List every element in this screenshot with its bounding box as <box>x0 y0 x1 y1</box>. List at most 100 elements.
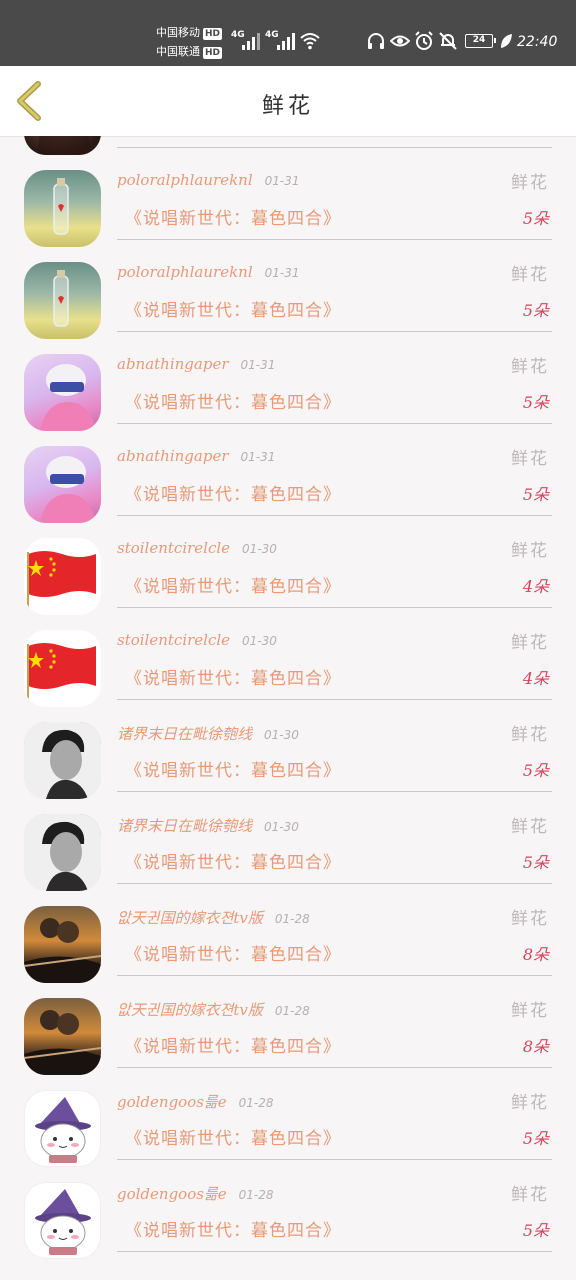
show-title: 《说唱新世代：暮色四合》 <box>125 1037 341 1057</box>
avatar-boy[interactable] <box>24 722 101 799</box>
gift-count: 5朵 <box>522 1221 549 1240</box>
gift-date: 01-28 <box>274 912 310 926</box>
avatar-girl[interactable] <box>24 136 101 155</box>
row-divider <box>117 699 552 700</box>
row-divider <box>117 331 552 332</box>
show-title: 《说唱新世代：暮色四合》 <box>125 761 341 781</box>
avatar-cartoon[interactable] <box>24 1182 101 1259</box>
user-name-label: goldengoos륾e <box>117 1185 227 1203</box>
user-name: abnathingaper 01-31 <box>117 355 275 373</box>
gift-date: 01-31 <box>264 266 300 280</box>
show-title: 《说唱新世代：暮色四合》 <box>125 485 341 505</box>
leaf-icon <box>501 34 512 48</box>
list-item[interactable]: abnathingaper 01-31 鲜花 《说唱新世代：暮色四合》 5朵 <box>0 432 576 524</box>
show-title: 《说唱新世代：暮色四合》 <box>125 853 341 873</box>
avatar-flag[interactable] <box>24 630 101 707</box>
user-name: abnathingaper 01-31 <box>117 447 275 465</box>
status-bar: 中国移动 HD 中国联通 HD 4G 4G 24 22:40 <box>0 0 576 66</box>
avatar-pink[interactable] <box>24 446 101 523</box>
user-name-label: goldengoos륾e <box>117 1093 227 1111</box>
user-name: 앖天귄国的嫁衣젼tv版 01-28 <box>117 999 310 1020</box>
avatar-bottle[interactable] <box>24 170 101 247</box>
carrier-2-label: 中国联通 <box>156 45 200 58</box>
gift-type: 鲜花 <box>511 357 549 377</box>
gift-count: 5朵 <box>522 761 549 780</box>
row-divider <box>117 1159 552 1160</box>
row-divider <box>117 975 552 976</box>
user-name: poloralphlaureknl 01-31 <box>117 263 300 281</box>
row-divider <box>117 423 552 424</box>
user-name-label: poloralphlaureknl <box>117 171 253 189</box>
list-item[interactable]: stoilentcirelcle 01-30 鲜花 《说唱新世代：暮色四合》 4朵 <box>0 616 576 708</box>
row-divider <box>117 147 552 148</box>
avatar-flag[interactable] <box>24 538 101 615</box>
user-name: 诸界末日在毗徐匏线 01-30 <box>117 723 299 744</box>
list-item[interactable]: stoilentcirelcle 01-30 鲜花 《说唱新世代：暮色四合》 4朵 <box>0 524 576 616</box>
portrait-photo <box>38 136 90 155</box>
gift-date: 01-31 <box>240 358 276 372</box>
list-item[interactable]: poloralphlaureknl 01-31 鲜花 《说唱新世代：暮色四合》 5… <box>0 156 576 248</box>
gift-type: 鲜花 <box>511 725 549 745</box>
user-name-label: 앖天귄国的嫁衣젼tv版 <box>117 1001 263 1019</box>
list-item[interactable]: goldengoos륾e 01-28 鲜花 《说唱新世代：暮色四合》 5朵 <box>0 1076 576 1168</box>
user-name: poloralphlaureknl 01-31 <box>117 171 300 189</box>
list-item[interactable]: 앖天귄国的嫁衣젼tv版 01-28 鲜花 《说唱新世代：暮色四合》 8朵 <box>0 984 576 1076</box>
user-name-label: abnathingaper <box>117 355 229 373</box>
user-name: goldengoos륾e 01-28 <box>117 1183 273 1204</box>
avatar-pink[interactable] <box>24 354 101 431</box>
pink-portrait-photo <box>40 456 96 523</box>
eye-icon <box>390 35 410 47</box>
row-divider <box>117 1251 552 1252</box>
pink-portrait-photo <box>40 364 96 431</box>
user-name-label: 诸界末日在毗徐匏线 <box>117 817 253 835</box>
gift-type: 鲜花 <box>511 909 549 929</box>
gift-count: 8朵 <box>522 945 549 964</box>
list-item[interactable]: 诸界末日在毗徐匏线 01-30 鲜花 《说唱新世代：暮色四合》 5朵 <box>0 708 576 800</box>
gift-type: 鲜花 <box>511 449 549 469</box>
gift-type: 鲜花 <box>511 1001 549 1021</box>
list-item[interactable]: goldengoos륾e 01-28 鲜花 《说唱新世代：暮色四合》 5朵 <box>0 1168 576 1260</box>
row-divider <box>117 515 552 516</box>
bottle-photo <box>53 270 69 327</box>
alarm-icon <box>415 31 433 50</box>
gift-date: 01-30 <box>242 634 277 648</box>
gift-count: 4朵 <box>522 669 549 688</box>
list-item[interactable]: 앖天귄国的嫁衣젼tv版 01-28 鲜花 《说唱新世代：暮色四合》 8朵 <box>0 892 576 984</box>
gift-count: 10朵 <box>513 136 549 137</box>
portrait-photo <box>24 722 101 799</box>
gift-type: 鲜花 <box>511 817 549 837</box>
gift-date: 01-31 <box>264 174 300 188</box>
gift-count: 4朵 <box>522 577 549 596</box>
user-name-label: stoilentcirelcle <box>117 539 231 557</box>
avatar-boy[interactable] <box>24 814 101 891</box>
avatar-cartoon[interactable] <box>24 1090 101 1167</box>
headphones-icon <box>368 33 384 49</box>
list-item[interactable]: abnathingaper 01-31 鲜花 《说唱新世代：暮色四合》 5朵 <box>0 340 576 432</box>
carrier-1: 中国移动 HD <box>156 26 223 40</box>
gift-count: 8朵 <box>522 1037 549 1056</box>
page-title: 鲜花 <box>261 94 314 119</box>
hd-badge-1: HD <box>203 28 223 40</box>
battery-level: 24 <box>472 35 486 45</box>
carrier-2: 中国联通 HD <box>156 45 223 59</box>
cartoon-wizard-icon <box>35 1189 91 1255</box>
hd-badge-2: HD <box>203 47 223 59</box>
avatar-bottle[interactable] <box>24 262 101 339</box>
avatar-sunset[interactable] <box>24 998 101 1075</box>
user-name-label: 诸界末日在毗徐匏线 <box>117 725 253 743</box>
list-item[interactable]: 诸界末日在毗徐匏线 01-30 鲜花 《说唱新世代：暮色四合》 5朵 <box>0 800 576 892</box>
list-item[interactable]: poloralphlaureknl 01-31 鲜花 《说唱新世代：暮色四合》 5… <box>0 248 576 340</box>
avatar-sunset[interactable] <box>24 906 101 983</box>
user-name-label: poloralphlaureknl <box>117 263 253 281</box>
show-title: 《说唱新世代：暮色四合》 <box>125 1221 341 1241</box>
gift-date: 01-28 <box>274 1004 310 1018</box>
row-divider <box>117 607 552 608</box>
gift-count: 5朵 <box>522 393 549 412</box>
gift-type: 鲜花 <box>511 1185 549 1205</box>
gift-count: 5朵 <box>522 209 549 228</box>
list-item[interactable]: 《说唱新世代：暮色四合》 10朵 <box>0 136 576 156</box>
page-header: 鲜花 <box>0 66 576 137</box>
show-title: 《说唱新世代：暮色四合》 <box>125 209 341 229</box>
gift-date: 01-30 <box>242 542 277 556</box>
gift-record-list[interactable]: 《说唱新世代：暮色四合》 10朵 poloralphlaureknl 01-31 … <box>0 136 576 1280</box>
